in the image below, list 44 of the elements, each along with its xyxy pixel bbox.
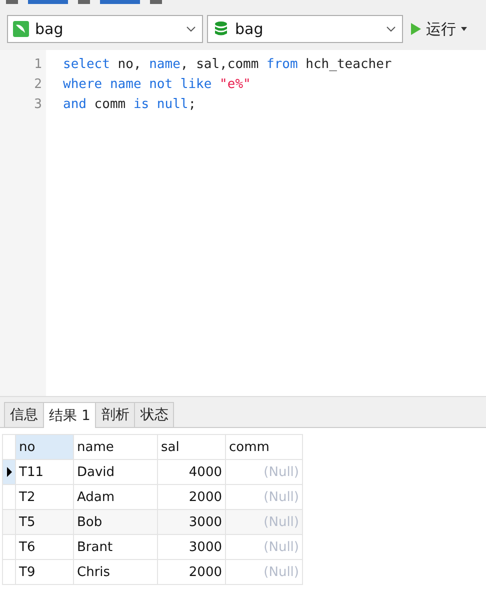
result-tab[interactable]: 结果 1 — [43, 402, 96, 428]
line-number: 2 — [33, 76, 43, 94]
chevron-down-icon — [386, 26, 396, 32]
result-tab[interactable]: 信息 — [4, 402, 44, 427]
table-cell: T6 — [16, 534, 74, 560]
table-cell: (Null) — [226, 560, 302, 584]
table-cell: (Null) — [226, 534, 302, 560]
column-header[interactable]: sal — [158, 434, 226, 460]
result-tab[interactable]: 状态 — [134, 402, 174, 427]
result-tab[interactable]: 剖析 — [95, 402, 136, 427]
line-number: 3 — [33, 96, 43, 114]
table-cell: 2000 — [158, 560, 226, 584]
code-editor[interactable]: select no, name, sal,comm from hch_teacher where name not like "e%" and comm is null; — [46, 50, 486, 396]
caret-icon — [461, 27, 467, 31]
table-cell: Chris — [74, 560, 158, 584]
table-cell: 4000 — [158, 460, 226, 484]
table-cell: 3000 — [158, 534, 226, 560]
table-cell: T5 — [16, 510, 74, 534]
row-header[interactable] — [2, 460, 16, 484]
run-button[interactable]: 运行 — [407, 20, 471, 38]
column-header[interactable]: no — [16, 434, 74, 460]
column-header[interactable]: name — [74, 434, 158, 460]
code-line: where name not like "e%" — [63, 76, 252, 94]
table-cell: Brant — [74, 534, 158, 560]
row-pointer-icon — [6, 467, 12, 477]
column-header[interactable]: comm — [226, 434, 302, 460]
database-dropdown[interactable]: bag — [207, 15, 403, 43]
table-cell: (Null) — [226, 510, 302, 534]
code-line: select no, name, sal,comm from hch_teacher — [63, 56, 393, 74]
table-cell: 3000 — [158, 510, 226, 534]
connection-dropdown[interactable]: bag — [7, 15, 203, 43]
code-line: and comm is null; — [63, 96, 198, 114]
table-cell: T9 — [16, 560, 74, 584]
database-icon — [213, 21, 229, 37]
table-cell: David — [74, 460, 158, 484]
table-cell: (Null) — [226, 460, 302, 484]
play-icon — [411, 23, 421, 35]
line-number: 1 — [33, 56, 43, 74]
table-cell: T11 — [16, 460, 74, 484]
dolphin-icon — [13, 21, 29, 37]
chevron-down-icon — [186, 26, 196, 32]
database-name: bag — [235, 20, 264, 38]
connection-name: bag — [35, 20, 64, 38]
table-cell: Bob — [74, 510, 158, 534]
